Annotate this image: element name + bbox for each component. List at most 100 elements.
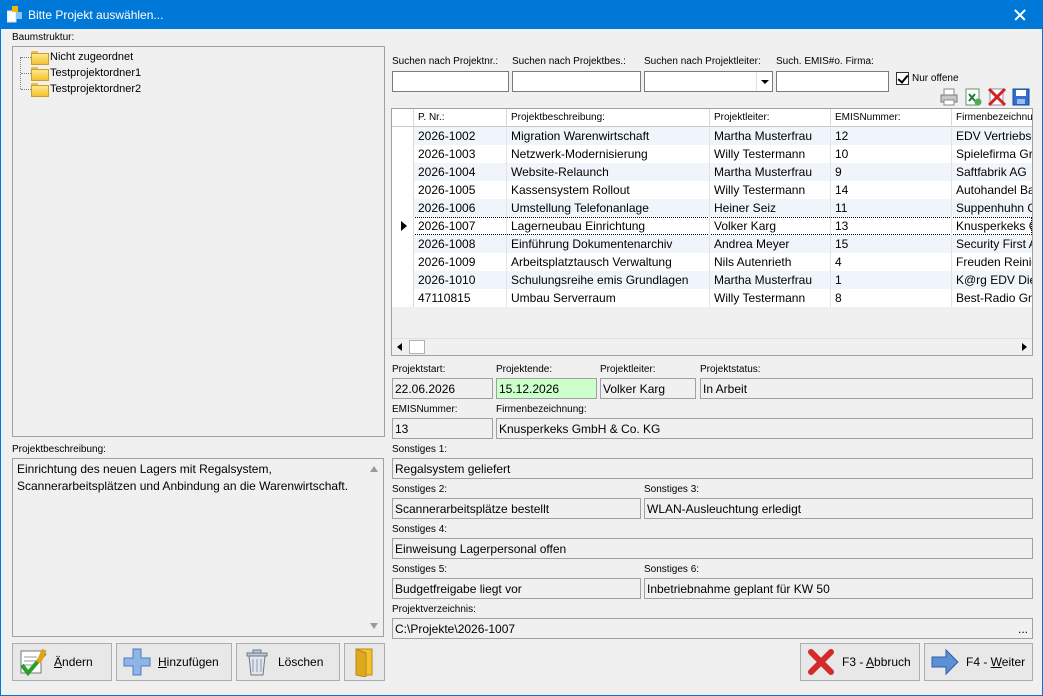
title-bar: Bitte Projekt auswählen... bbox=[1, 1, 1042, 29]
cell-company: Spielefirma Gr bbox=[952, 145, 1032, 163]
cell-company: Best-Radio Gm bbox=[952, 289, 1032, 307]
cell-company: Suppenhuhn G bbox=[952, 199, 1032, 217]
folder-icon bbox=[31, 83, 49, 97]
scroll-down-icon[interactable] bbox=[370, 623, 378, 629]
plus-icon bbox=[123, 648, 151, 676]
cancel-button[interactable]: F3 - Abbruch bbox=[800, 643, 920, 681]
close-button[interactable] bbox=[996, 1, 1042, 29]
table-row[interactable]: 2026-1005 Kassensystem Rollout Willy Teste… bbox=[392, 181, 1032, 199]
only-open-checkbox[interactable] bbox=[896, 72, 909, 85]
column-header-description[interactable]: Projektbeschreibung: bbox=[507, 109, 710, 127]
table-row[interactable]: 2026-1007 Lagerneubau Einrichtung Volker K… bbox=[392, 217, 1032, 235]
column-header-nr[interactable]: P. Nr.: bbox=[414, 109, 507, 127]
project-grid[interactable]: P. Nr.: Projektbeschreibung: Projektleit… bbox=[391, 108, 1033, 356]
vertical-scrollbar[interactable] bbox=[366, 459, 383, 636]
row-header[interactable] bbox=[392, 253, 414, 271]
cell-emis: 9 bbox=[831, 163, 952, 181]
description-label: Projektbeschreibung: bbox=[12, 444, 106, 455]
next-button-label: F4 - Weiter bbox=[966, 655, 1026, 669]
cell-emis: 1 bbox=[831, 271, 952, 289]
cell-leader: Nils Autenrieth bbox=[710, 253, 831, 271]
window-title: Bitte Projekt auswählen... bbox=[28, 8, 164, 22]
cell-emis: 4 bbox=[831, 253, 952, 271]
cell-nr: 2026-1008 bbox=[414, 235, 507, 253]
other3-field: WLAN-Ausleuchtung erledigt bbox=[644, 498, 1033, 519]
search-nr-input[interactable] bbox=[392, 71, 509, 92]
cell-emis: 11 bbox=[831, 199, 952, 217]
cancel-x-icon bbox=[808, 649, 834, 675]
cell-leader: Martha Musterfrau bbox=[710, 163, 831, 181]
tree-label: Baumstruktur: bbox=[12, 32, 75, 43]
directory-value: C:\Projekte\2026-1007 bbox=[395, 622, 516, 636]
cell-emis: 15 bbox=[831, 235, 952, 253]
scroll-right-icon[interactable] bbox=[1015, 339, 1032, 355]
row-header[interactable] bbox=[392, 217, 414, 235]
table-row[interactable]: 2026-1009 Arbeitsplatztausch Verwaltung Ni… bbox=[392, 253, 1032, 271]
add-button-label: Hinzufügen bbox=[158, 655, 219, 669]
table-row[interactable]: 2026-1004 Website-Relaunch Martha Musterfr… bbox=[392, 163, 1032, 181]
table-row[interactable]: 2026-1003 Netzwerk-Modernisierung Willy Te… bbox=[392, 145, 1032, 163]
tree-item-label: Nicht zugeordnet bbox=[50, 51, 134, 63]
cell-nr: 47110815 bbox=[414, 289, 507, 307]
edit-button[interactable]: Ändern bbox=[12, 643, 112, 681]
search-leader-dropdown[interactable] bbox=[644, 71, 773, 92]
column-header-emis[interactable]: EMISNummer: bbox=[831, 109, 952, 127]
delete-filter-icon[interactable] bbox=[987, 87, 1007, 107]
search-leader-label: Suchen nach Projektleiter: bbox=[644, 56, 761, 67]
search-desc-input[interactable] bbox=[512, 71, 641, 92]
tree-item-label: Testprojektordner1 bbox=[50, 67, 142, 79]
cell-description: Umbau Serverraum bbox=[507, 289, 710, 307]
tree-item-label: Testprojektordner2 bbox=[50, 83, 142, 95]
print-icon[interactable] bbox=[939, 87, 959, 107]
column-header-leader[interactable]: Projektleiter: bbox=[710, 109, 831, 127]
project-select-dialog: Bitte Projekt auswählen... Baumstruktur:… bbox=[0, 0, 1043, 696]
table-row[interactable]: 2026-1010 Schulungsreihe emis Grundlagen M… bbox=[392, 271, 1032, 289]
export-excel-icon[interactable] bbox=[963, 87, 983, 107]
directory-browse-button[interactable]: ... bbox=[1018, 622, 1028, 636]
table-row[interactable]: 2026-1006 Umstellung Telefonanlage Heiner … bbox=[392, 199, 1032, 217]
scroll-up-icon[interactable] bbox=[370, 466, 378, 472]
next-button[interactable]: F4 - Weiter bbox=[924, 643, 1033, 681]
other4-field: Einweisung Lagerpersonal offen bbox=[392, 538, 1033, 559]
tree-view[interactable]: Nicht zugeordnet Testprojektordner1 Test… bbox=[12, 46, 385, 437]
grid-header: P. Nr.: Projektbeschreibung: Projektleit… bbox=[392, 109, 1032, 127]
cell-nr: 2026-1002 bbox=[414, 127, 507, 145]
cell-description: Arbeitsplatztausch Verwaltung bbox=[507, 253, 710, 271]
column-header-company[interactable]: Firmenbezeichnung: bbox=[952, 109, 1032, 127]
row-header[interactable] bbox=[392, 127, 414, 145]
table-row[interactable]: 2026-1002 Migration Warenwirtschaft Martha… bbox=[392, 127, 1032, 145]
cell-company: Knusperkeks G bbox=[952, 217, 1032, 235]
delete-button[interactable]: Löschen bbox=[236, 643, 340, 681]
folder-button[interactable] bbox=[344, 643, 385, 681]
row-header[interactable] bbox=[392, 145, 414, 163]
arrow-right-icon bbox=[931, 648, 959, 676]
add-button[interactable]: Hinzufügen bbox=[116, 643, 232, 681]
row-header[interactable] bbox=[392, 199, 414, 217]
save-icon[interactable] bbox=[1011, 87, 1031, 107]
scrollbar-thumb[interactable] bbox=[409, 340, 425, 354]
table-row[interactable]: 47110815 Umbau Serverraum Willy Testermann… bbox=[392, 289, 1032, 307]
row-header[interactable] bbox=[392, 289, 414, 307]
table-row[interactable]: 2026-1008 Einführung Dokumentenarchiv Andr… bbox=[392, 235, 1032, 253]
cell-nr: 2026-1007 bbox=[414, 217, 507, 235]
row-header[interactable] bbox=[392, 271, 414, 289]
chevron-down-icon[interactable] bbox=[756, 72, 772, 91]
app-icon bbox=[7, 6, 22, 23]
cell-nr: 2026-1005 bbox=[414, 181, 507, 199]
tree-item-testprojektordner1[interactable]: Testprojektordner1 bbox=[31, 65, 141, 81]
tree-item-nicht-zugeordnet[interactable]: Nicht zugeordnet bbox=[31, 49, 133, 65]
horizontal-scrollbar[interactable] bbox=[392, 338, 1032, 355]
scroll-left-icon[interactable] bbox=[392, 339, 409, 355]
row-header[interactable] bbox=[392, 235, 414, 253]
cell-company: Saftfabrik AG bbox=[952, 163, 1032, 181]
other1-label: Sonstiges 1: bbox=[392, 444, 448, 455]
status-field: In Arbeit bbox=[700, 378, 1033, 399]
row-header[interactable] bbox=[392, 163, 414, 181]
cell-nr: 2026-1004 bbox=[414, 163, 507, 181]
row-header[interactable] bbox=[392, 181, 414, 199]
tree-item-testprojektordner2[interactable]: Testprojektordner2 bbox=[31, 81, 141, 97]
search-emis-input[interactable] bbox=[776, 71, 889, 92]
description-text: Einrichtung des neuen Lagers mit Regalsy… bbox=[17, 462, 349, 493]
description-memo[interactable]: Einrichtung des neuen Lagers mit Regalsy… bbox=[12, 458, 384, 637]
other2-field: Scannerarbeitsplätze bestellt bbox=[392, 498, 641, 519]
